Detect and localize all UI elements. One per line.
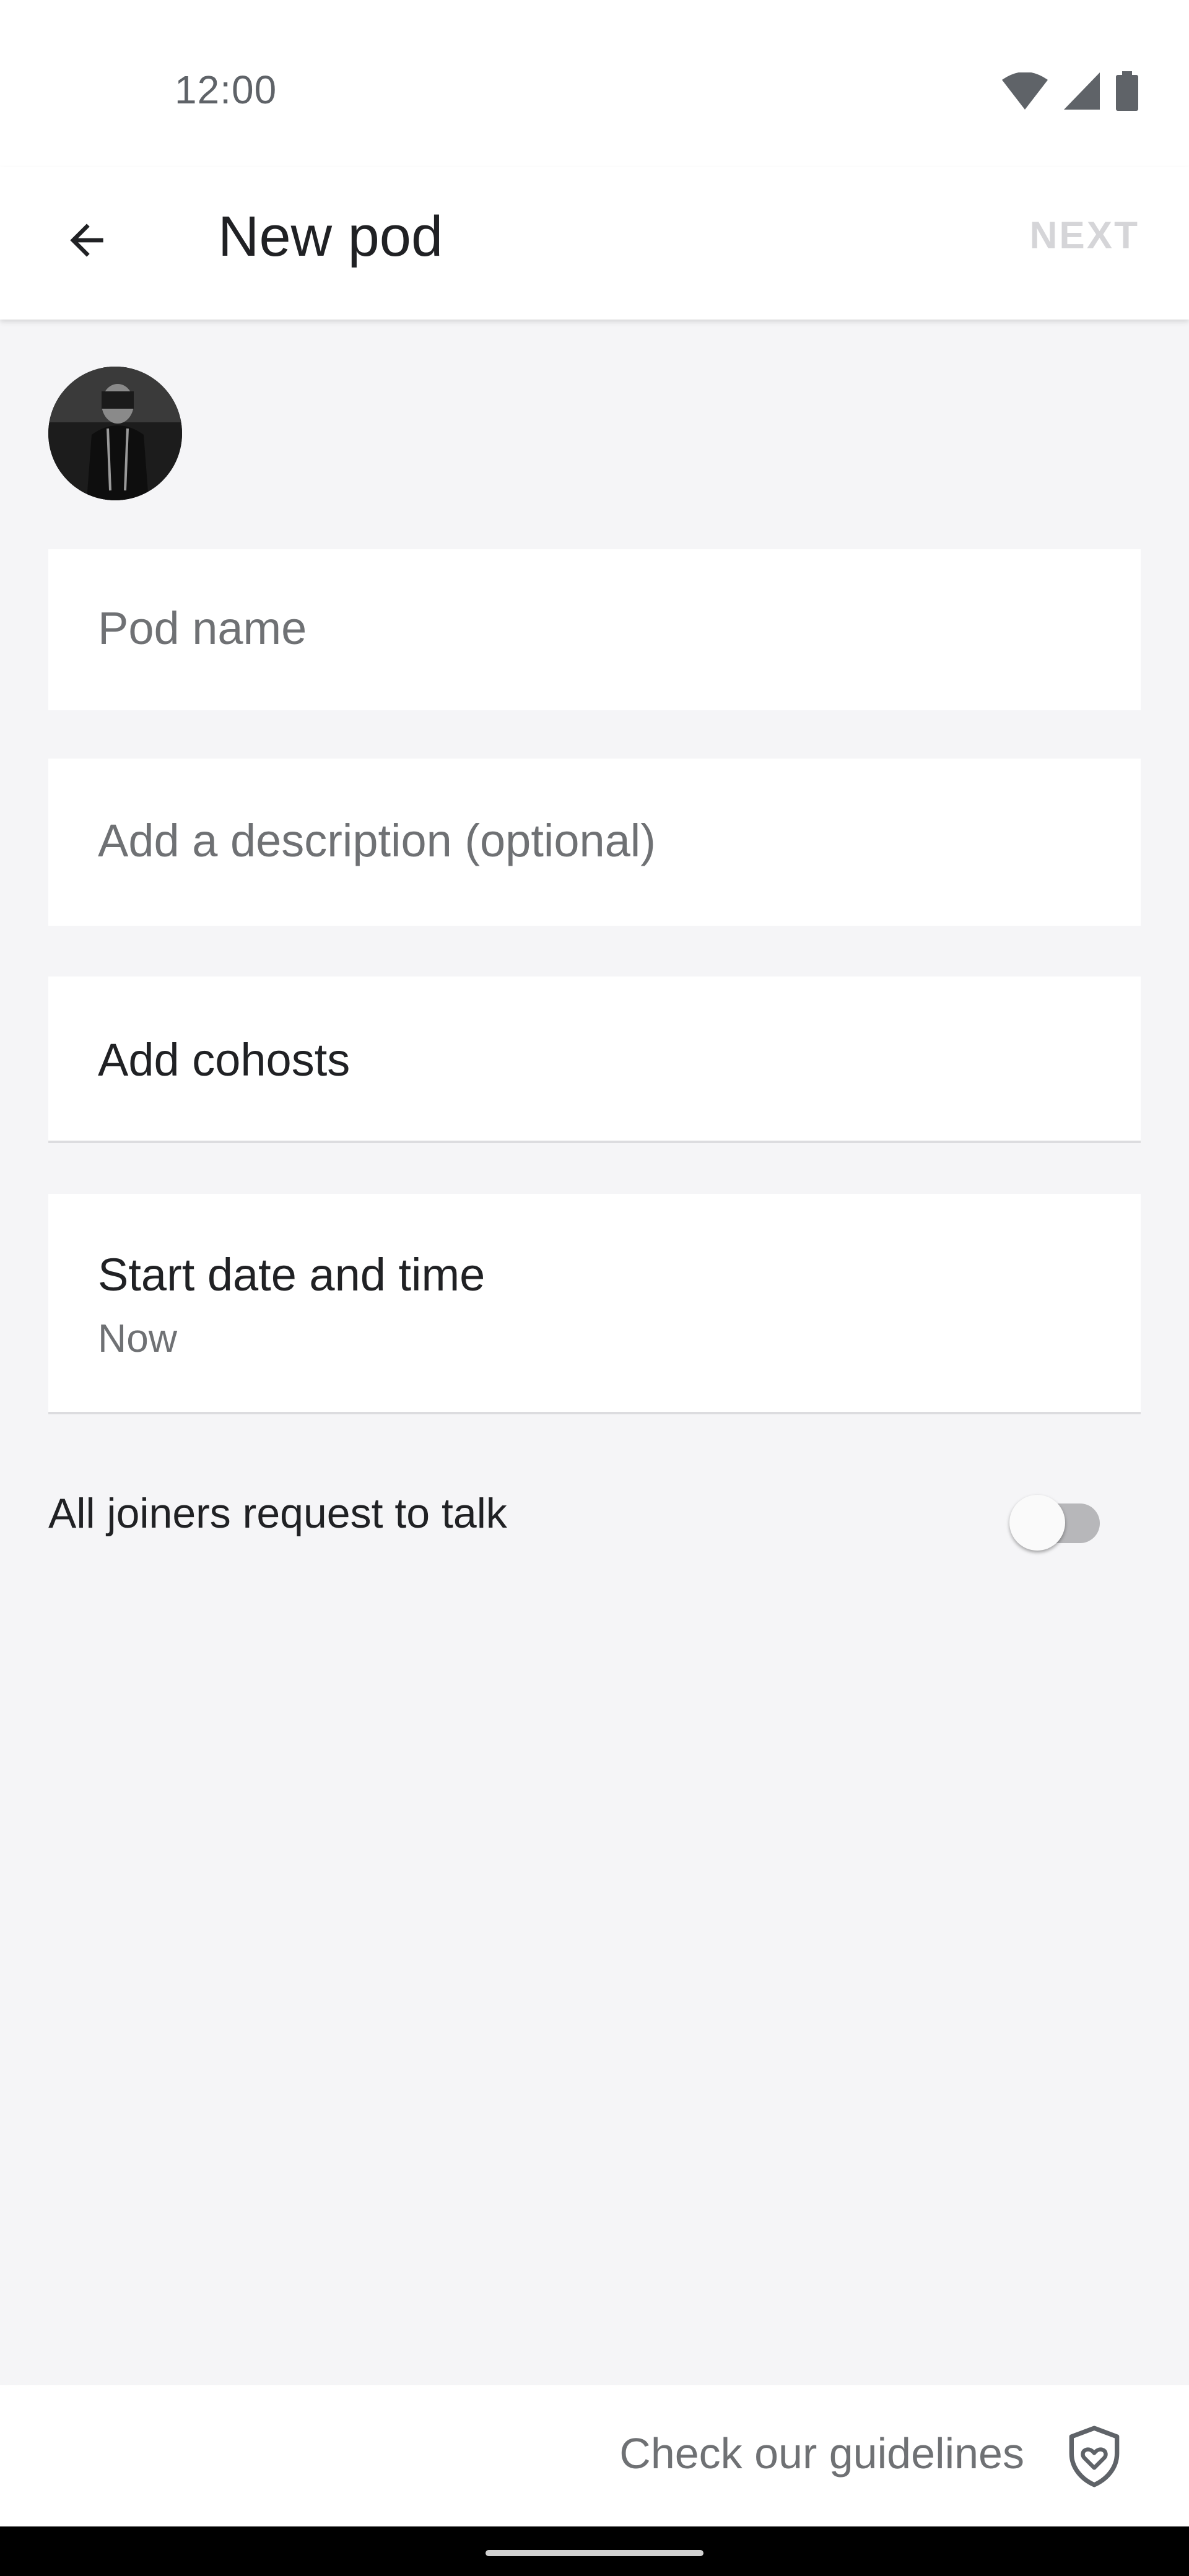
start-date-time-row[interactable]: Start date and time Now [48,1194,1141,1414]
start-date-time-value: Now [98,1316,178,1360]
avatar[interactable] [48,367,182,500]
start-date-time-label: Start date and time [98,1249,486,1300]
toggle-thumb [1009,1495,1065,1551]
home-handle[interactable] [486,2550,703,2556]
description-field[interactable]: Add a description (optional) [48,759,1141,926]
add-cohosts-row[interactable]: Add cohosts [48,977,1141,1143]
wifi-icon [1002,72,1048,113]
description-placeholder: Add a description (optional) [98,815,656,866]
battery-icon [1116,71,1138,114]
guidelines-bar[interactable]: Check our guidelines [0,2385,1189,2526]
status-icons [1002,71,1138,114]
next-button[interactable]: NEXT [1030,214,1139,258]
request-to-talk-label: All joiners request to talk [48,1490,507,1537]
back-button[interactable] [50,204,124,279]
app-bar: New pod NEXT [0,167,1189,320]
add-cohosts-label: Add cohosts [98,1034,351,1086]
status-time: 12:00 [175,67,277,112]
request-to-talk-toggle[interactable] [1009,1485,1108,1551]
shield-heart-icon[interactable] [1060,2422,1128,2491]
signal-icon [1064,72,1100,113]
guidelines-link[interactable]: Check our guidelines [619,2429,1024,2478]
avatar-image [48,367,182,500]
status-bar: 12:00 [0,0,1189,167]
system-nav-bar [0,2526,1189,2576]
page-title: New pod [218,205,443,268]
pod-name-field[interactable]: Pod name [48,549,1141,710]
pod-name-placeholder: Pod name [98,603,307,654]
arrow-back-icon [62,215,111,268]
